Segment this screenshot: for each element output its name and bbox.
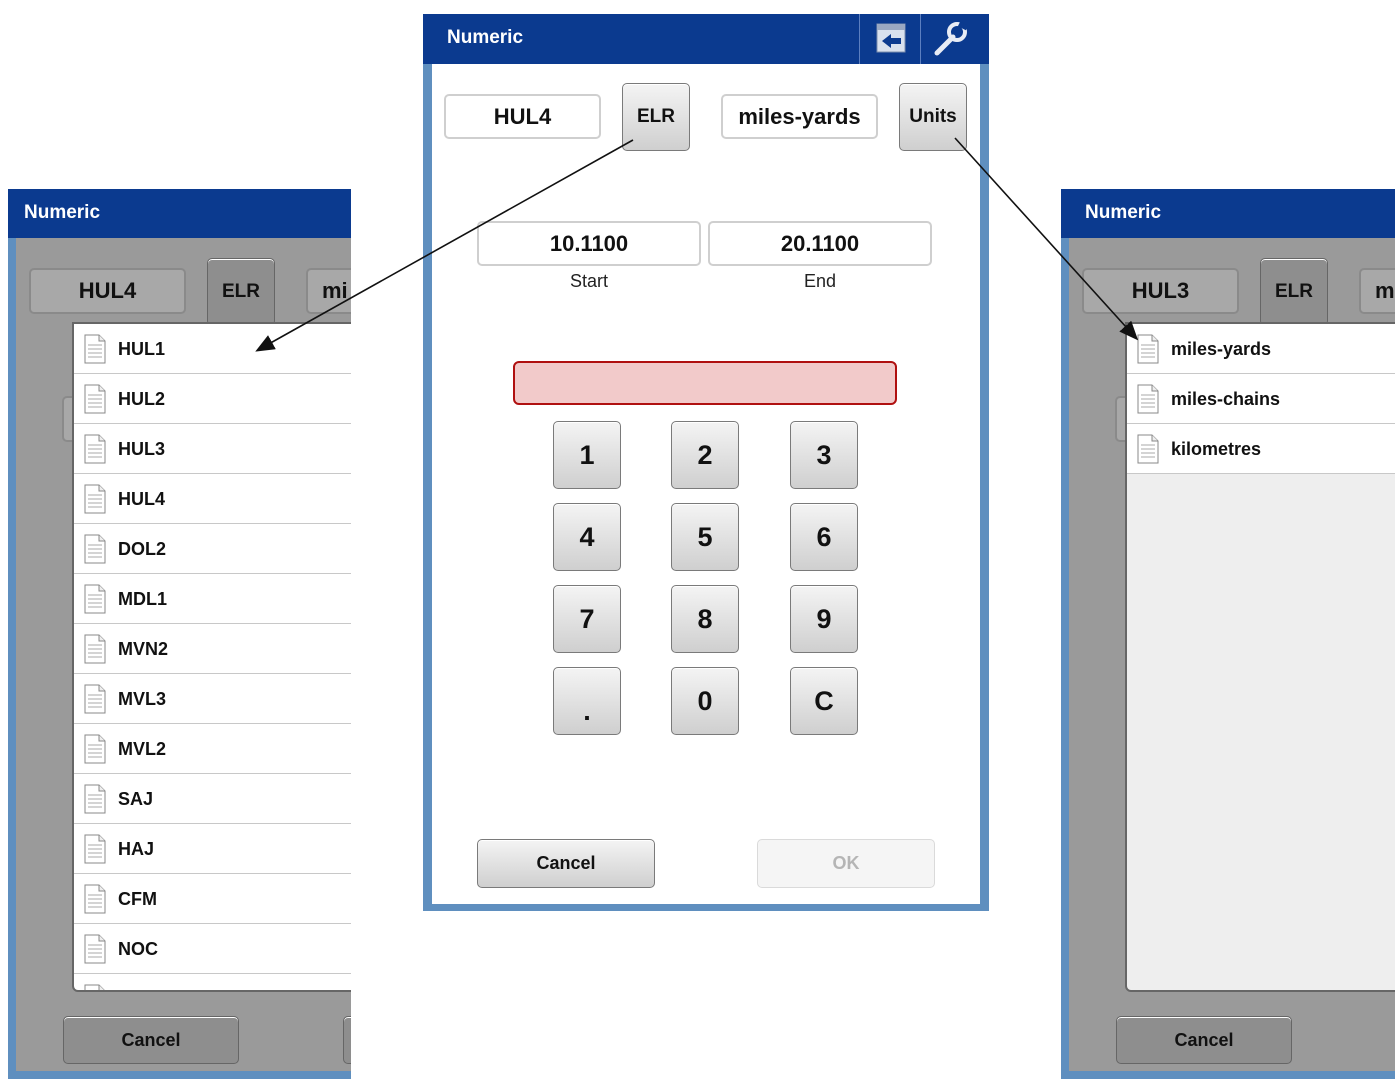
document-icon xyxy=(1137,434,1159,464)
key-6[interactable]: 6 xyxy=(790,503,858,571)
units-list-item[interactable]: miles-yards xyxy=(1127,324,1395,374)
key-2[interactable]: 2 xyxy=(671,421,739,489)
document-icon xyxy=(84,384,106,414)
numeric-entry-field[interactable] xyxy=(513,361,897,405)
units-field[interactable]: miles-yards xyxy=(721,94,878,139)
elr-list-item[interactable]: HUL4 xyxy=(74,474,351,524)
back-arrow-icon[interactable] xyxy=(859,14,920,64)
elr-list-item[interactable]: MVL3 xyxy=(74,674,351,724)
elr-list-item[interactable]: SAJ xyxy=(74,774,351,824)
document-icon xyxy=(84,684,106,714)
left-elr-field[interactable]: HUL4 xyxy=(29,268,186,314)
document-icon xyxy=(84,784,106,814)
key-4[interactable]: 4 xyxy=(553,503,621,571)
key-clear[interactable]: C xyxy=(790,667,858,735)
elr-list-item-label: HUL4 xyxy=(118,489,166,509)
document-icon xyxy=(84,634,106,664)
units-dropdown-list: miles-yards miles-chains kilometres xyxy=(1125,322,1395,992)
elr-list-item[interactable]: HAJ xyxy=(74,824,351,874)
left-numeric-dialog: Numeric HUL4 ELR mi Cancel HUL1 HUL2 HUL3 H… xyxy=(8,189,351,1079)
left-ok-button[interactable] xyxy=(343,1016,351,1064)
key-8[interactable]: 8 xyxy=(671,585,739,653)
elr-list-item[interactable]: HUL3 xyxy=(74,424,351,474)
document-icon xyxy=(84,484,106,514)
units-button[interactable]: Units xyxy=(899,83,967,151)
elr-list-item[interactable]: MDL1 xyxy=(74,574,351,624)
elr-list-item-label: HUL1 xyxy=(118,339,166,359)
right-title: Numeric xyxy=(1085,202,1162,223)
elr-list-item-label: MVN2 xyxy=(118,639,169,659)
document-icon xyxy=(84,584,106,614)
wrench-icon[interactable] xyxy=(920,14,980,64)
start-field[interactable]: 10.1100 xyxy=(477,221,701,266)
center-title-bar: Numeric xyxy=(423,14,989,64)
units-list-item[interactable]: miles-chains xyxy=(1127,374,1395,424)
units-list-item-label: miles-chains xyxy=(1171,389,1281,409)
units-list-item-label: miles-yards xyxy=(1171,339,1272,359)
elr-list-item-label: HUL2 xyxy=(118,389,166,409)
ok-button[interactable]: OK xyxy=(757,839,935,888)
elr-dropdown-list: HUL1 HUL2 HUL3 HUL4 DOL2 MDL1 MVN2 MVL3 MVL2 SAJ H… xyxy=(72,322,351,992)
right-title-bar: Numeric xyxy=(1061,189,1395,238)
right-numeric-dialog: Numeric HUL3 ELR m Cancel miles-yards mil… xyxy=(1061,189,1395,1079)
center-dialog-body: HUL4 ELR miles-yards Units 10.1100 Start… xyxy=(432,64,980,904)
elr-list-item[interactable]: MVN2 xyxy=(74,624,351,674)
center-numeric-dialog: Numeric HUL4 ELR miles-yards Units 10.11… xyxy=(423,14,989,911)
key-5[interactable]: 5 xyxy=(671,503,739,571)
elr-list-item-label: DOL2 xyxy=(118,539,167,559)
start-label: Start xyxy=(569,271,608,291)
elr-list-item-label: MVL3 xyxy=(118,689,167,709)
elr-list-item-label: MDL1 xyxy=(118,589,167,609)
key-9[interactable]: 9 xyxy=(790,585,858,653)
elr-list-item[interactable]: MVL2 xyxy=(74,724,351,774)
key-3[interactable]: 3 xyxy=(790,421,858,489)
document-icon xyxy=(1137,334,1159,364)
left-title: Numeric xyxy=(24,202,101,223)
units-list-item-label: kilometres xyxy=(1171,439,1262,459)
center-title: Numeric xyxy=(447,27,524,48)
units-list-item[interactable]: kilometres xyxy=(1127,424,1395,474)
key-0[interactable]: 0 xyxy=(671,667,739,735)
cancel-button[interactable]: Cancel xyxy=(477,839,655,888)
elr-list-item-label: CFM xyxy=(118,889,157,909)
elr-list-item[interactable]: HUL1 xyxy=(74,324,351,374)
document-icon xyxy=(84,334,106,364)
elr-list-item[interactable]: NOC xyxy=(74,924,351,974)
end-field[interactable]: 20.1100 xyxy=(708,221,932,266)
document-icon xyxy=(84,834,106,864)
right-cancel-button[interactable]: Cancel xyxy=(1116,1016,1292,1064)
end-label: End xyxy=(803,271,837,291)
left-elr-button[interactable]: ELR xyxy=(207,258,275,326)
left-units-field[interactable]: mi xyxy=(306,268,351,314)
left-cancel-button[interactable]: Cancel xyxy=(63,1016,239,1064)
document-icon xyxy=(84,934,106,964)
elr-button[interactable]: ELR xyxy=(622,83,690,151)
document-icon xyxy=(84,534,106,564)
left-title-bar: Numeric xyxy=(8,189,351,238)
elr-list-item[interactable] xyxy=(74,974,351,990)
document-icon xyxy=(84,984,106,990)
right-units-field[interactable]: m xyxy=(1359,268,1395,314)
key-decimal[interactable]: . xyxy=(553,667,621,735)
document-icon xyxy=(84,734,106,764)
elr-list-item-label: HUL3 xyxy=(118,439,166,459)
elr-list-item-label: MVL2 xyxy=(118,739,167,759)
elr-list-item-label: NOC xyxy=(118,939,158,959)
elr-list-item[interactable]: DOL2 xyxy=(74,524,351,574)
key-1[interactable]: 1 xyxy=(553,421,621,489)
elr-field[interactable]: HUL4 xyxy=(444,94,601,139)
elr-list-item-label: SAJ xyxy=(118,789,154,809)
right-elr-button[interactable]: ELR xyxy=(1260,258,1328,326)
right-elr-field[interactable]: HUL3 xyxy=(1082,268,1239,314)
document-icon xyxy=(84,884,106,914)
document-icon xyxy=(1137,384,1159,414)
elr-list-item-label: HAJ xyxy=(118,839,155,859)
key-7[interactable]: 7 xyxy=(553,585,621,653)
elr-list-item[interactable]: CFM xyxy=(74,874,351,924)
elr-list-item[interactable]: HUL2 xyxy=(74,374,351,424)
document-icon xyxy=(84,434,106,464)
